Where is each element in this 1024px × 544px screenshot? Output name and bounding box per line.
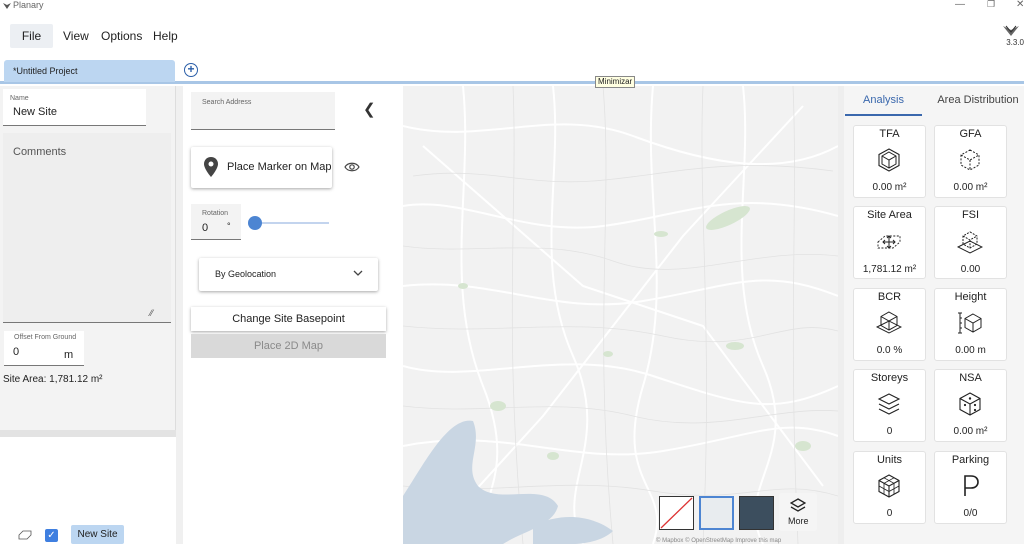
rotation-label: Rotation (202, 210, 229, 217)
metric-value: 0.00 (960, 264, 981, 275)
place-2d-map-button[interactable]: Place 2D Map (191, 334, 386, 358)
panel-splitter[interactable] (176, 86, 183, 544)
map-canvas (403, 86, 838, 544)
metric-title: Units (876, 454, 903, 466)
cube-icon (878, 148, 900, 172)
tab-area-distribution[interactable]: Area Distribution (932, 86, 1024, 116)
tooltip: Minimizar (595, 76, 635, 88)
dice-icon (959, 392, 981, 416)
right-splitter[interactable] (838, 86, 844, 544)
maximize-icon[interactable]: ❐ (987, 0, 995, 10)
metric-title: TFA (879, 128, 900, 140)
change-basepoint-button[interactable]: Change Site Basepoint (191, 307, 386, 331)
offset-field-label: Offset From Ground (14, 334, 77, 341)
rotation-slider-thumb[interactable] (248, 216, 262, 230)
metric-value: 0/0 (963, 508, 978, 519)
metric-value: 0.00 m² (872, 182, 907, 193)
metric-value: 0.00 m² (953, 182, 988, 193)
basemap-none-button[interactable] (659, 496, 694, 530)
map-attribution[interactable]: © Mapbox © OpenStreetMap Improve this ma… (656, 538, 781, 544)
close-icon[interactable]: ✕ (1016, 0, 1024, 10)
metric-value: 0 (886, 508, 893, 519)
rotation-slider-track[interactable] (256, 222, 329, 224)
metric-value: 0 (886, 426, 893, 437)
eye-icon[interactable] (344, 161, 360, 173)
fsi-cube-icon (957, 231, 983, 254)
metric-title: NSA (959, 372, 982, 384)
search-address-input[interactable] (191, 92, 335, 130)
units-cube-icon (878, 474, 900, 498)
map-pin-icon (204, 157, 218, 177)
layer-item-new-site[interactable]: New Site (71, 525, 124, 544)
app-badge-icon (1003, 25, 1019, 36)
search-address-label: Search Address (202, 99, 252, 106)
add-tab-icon[interactable]: + (184, 63, 198, 77)
layers-stack-icon (790, 498, 806, 512)
title-bar: Planary — ❐ ✕ (0, 0, 1024, 14)
height-cube-icon (958, 312, 982, 334)
offset-field-value[interactable]: 0 (13, 346, 19, 358)
version-label: 3.3.0 (1006, 38, 1024, 47)
comments-textarea[interactable] (3, 133, 171, 323)
geolocation-select-value: By Geolocation (215, 269, 277, 279)
app-title: Planary (13, 0, 44, 10)
panel-divider[interactable] (0, 430, 176, 437)
bcr-cube-icon (876, 311, 902, 334)
metric-value: 0.0 % (876, 345, 903, 356)
rotation-value[interactable]: 0 (202, 222, 208, 234)
layer-visibility-checkbox[interactable]: ✓ (45, 529, 58, 542)
site-area-icon (877, 235, 901, 249)
metric-title: GFA (959, 128, 982, 140)
basemap-satellite-button[interactable] (739, 496, 774, 530)
map-view[interactable] (403, 86, 838, 544)
menu-help[interactable]: Help (153, 24, 178, 48)
metric-title: Height (954, 291, 987, 303)
offset-unit: m (64, 349, 74, 361)
more-label: More (788, 516, 809, 526)
collapse-panel-icon[interactable]: ❮ (363, 100, 376, 118)
comments-placeholder: Comments (13, 146, 67, 158)
minimize-icon[interactable]: — (955, 0, 965, 10)
metric-value: 0.00 m² (953, 426, 988, 437)
menu-file[interactable]: File (10, 24, 53, 48)
app-logo-icon (3, 3, 11, 9)
metric-title: Storeys (870, 372, 909, 384)
site-shape-icon (18, 530, 32, 540)
site-area-text: Site Area: 1,781.12 m² (3, 374, 103, 385)
tab-project[interactable]: *Untitled Project (4, 60, 175, 82)
resize-grip-icon[interactable]: ⁄⁄ (150, 308, 153, 318)
name-field-label: Name (10, 95, 29, 102)
metric-title: FSI (961, 209, 980, 221)
name-field-value[interactable]: New Site (13, 106, 57, 118)
place-marker-label: Place Marker on Map (227, 161, 332, 173)
basemap-light-button[interactable] (699, 496, 734, 530)
tab-analysis[interactable]: Analysis (845, 86, 922, 116)
menu-view[interactable]: View (63, 24, 89, 48)
metric-title: BCR (877, 291, 902, 303)
metric-value: 0.00 m (955, 345, 986, 356)
no-basemap-icon (660, 497, 693, 529)
metric-value: 1,781.12 m² (862, 264, 917, 275)
chevron-down-icon (353, 270, 363, 276)
menu-options[interactable]: Options (101, 24, 142, 48)
rotation-unit: ° (227, 221, 231, 231)
metric-title: Parking (951, 454, 990, 466)
parking-icon (964, 475, 979, 496)
metric-title: Site Area (867, 209, 912, 221)
layers-icon (877, 393, 901, 415)
dashed-cube-icon (960, 149, 980, 171)
